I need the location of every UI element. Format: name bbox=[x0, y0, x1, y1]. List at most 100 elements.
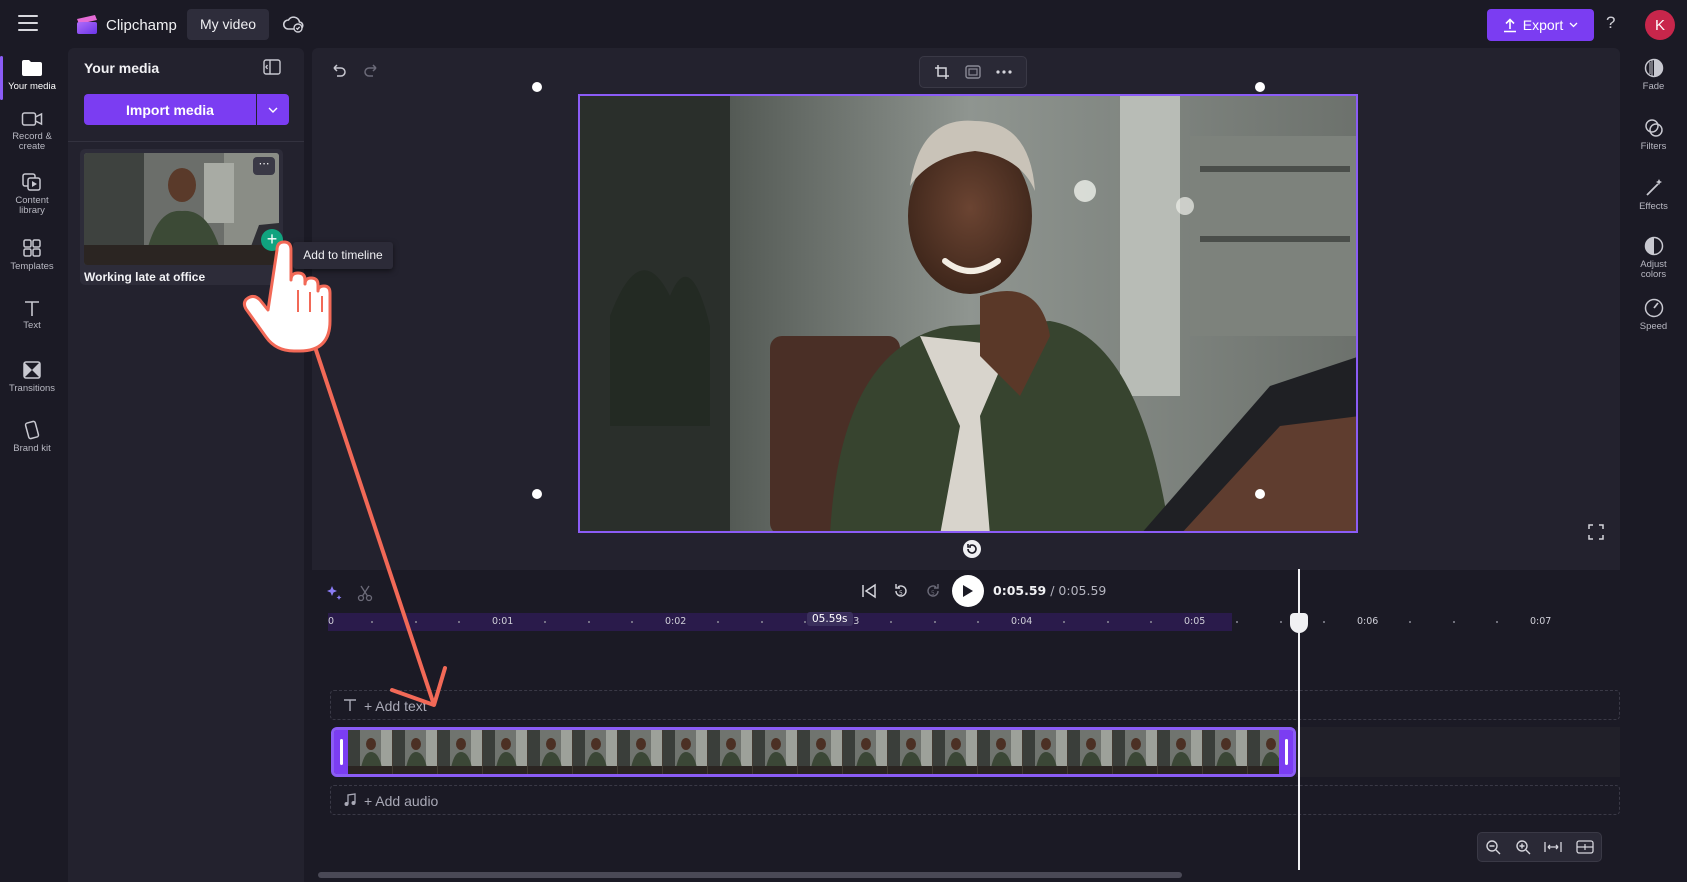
ruler-progress bbox=[328, 613, 1232, 631]
adjust-colors-icon bbox=[1644, 236, 1663, 256]
rail-label: library bbox=[19, 205, 45, 216]
collapse-panel-icon[interactable] bbox=[263, 59, 281, 75]
ruler-dot bbox=[976, 621, 979, 623]
preview-toolbar bbox=[919, 56, 1027, 88]
clip-frame bbox=[1113, 730, 1158, 774]
split-scissors-icon[interactable] bbox=[356, 584, 374, 602]
video-clip[interactable] bbox=[331, 727, 1296, 777]
timeline-scrollbar[interactable] bbox=[318, 872, 1182, 878]
rail-label: Effects bbox=[1639, 201, 1668, 212]
rail-item-filters[interactable]: Filters bbox=[1620, 118, 1687, 152]
templates-icon bbox=[23, 239, 41, 257]
export-button[interactable]: Export bbox=[1487, 9, 1594, 41]
ruler-tick-label: 0:02 bbox=[665, 616, 687, 627]
chevron-down-icon bbox=[268, 107, 278, 113]
media-panel: Your media Import media ⋯ + Working late… bbox=[68, 48, 304, 882]
ruler-dot bbox=[1279, 621, 1282, 623]
ruler-dot bbox=[414, 621, 417, 623]
fit-timeline-icon[interactable] bbox=[1544, 840, 1563, 854]
clip-trim-handle-right[interactable] bbox=[1279, 730, 1293, 774]
more-button[interactable] bbox=[994, 62, 1014, 82]
zoom-in-icon[interactable] bbox=[1515, 839, 1531, 855]
rail-item-effects[interactable]: Effects bbox=[1620, 178, 1687, 212]
menu-icon[interactable] bbox=[18, 15, 38, 31]
fit-button[interactable] bbox=[963, 62, 983, 82]
top-bar: Clipchamp My video Export ? K bbox=[0, 0, 1687, 48]
ruler-tick-label: 0:06 bbox=[1357, 616, 1379, 627]
rail-item-content-library[interactable]: Content library bbox=[0, 172, 64, 216]
ruler-dot bbox=[587, 621, 590, 623]
rail-label: colors bbox=[1640, 269, 1667, 280]
ruler-dot bbox=[1409, 621, 1412, 623]
add-to-timeline-button[interactable]: + bbox=[261, 229, 283, 251]
rail-item-brand-kit[interactable]: Brand kit bbox=[0, 420, 64, 454]
ruler-dot bbox=[1236, 621, 1239, 623]
media-card[interactable]: ⋯ bbox=[80, 149, 283, 285]
undo-icon[interactable] bbox=[329, 61, 347, 79]
library-icon bbox=[22, 173, 41, 191]
more-icon bbox=[996, 70, 1012, 74]
rail-item-text[interactable]: Text bbox=[0, 299, 64, 331]
media-item-name: Working late at office bbox=[84, 270, 206, 284]
ruler-tick-label: 0:04 bbox=[1011, 616, 1033, 627]
svg-text:5: 5 bbox=[931, 590, 935, 597]
import-media-button[interactable]: Import media bbox=[84, 94, 256, 125]
video-preview[interactable] bbox=[578, 94, 1358, 533]
rewind-5s-icon[interactable]: 5 bbox=[892, 582, 910, 600]
forward-5s-icon[interactable]: 5 bbox=[924, 582, 942, 600]
rail-item-adjust-colors[interactable]: Adjust colors bbox=[1620, 236, 1687, 280]
import-dropdown-button[interactable] bbox=[257, 94, 289, 125]
app-name: Clipchamp bbox=[106, 17, 177, 34]
clip-frame bbox=[1023, 730, 1068, 774]
ruler-tick-label: 0 bbox=[328, 616, 335, 627]
rail-label: Text bbox=[23, 320, 41, 331]
project-title[interactable]: My video bbox=[187, 9, 270, 40]
playhead-handle[interactable] bbox=[1290, 613, 1308, 633]
rail-item-fade[interactable]: Fade bbox=[1620, 58, 1687, 92]
export-label: Export bbox=[1522, 17, 1564, 33]
clip-frame bbox=[573, 730, 618, 774]
rail-item-your-media[interactable]: Your media bbox=[0, 58, 64, 92]
ruler-dot bbox=[457, 621, 460, 623]
more-options-button[interactable]: ⋯ bbox=[253, 157, 275, 175]
current-time: 0:05.59 bbox=[993, 583, 1047, 598]
text-icon bbox=[25, 301, 39, 316]
add-audio-track[interactable]: + Add audio bbox=[330, 785, 1620, 815]
rail-item-record-create[interactable]: Record & create bbox=[0, 110, 64, 152]
camera-icon bbox=[21, 112, 43, 126]
cloud-sync-icon[interactable] bbox=[282, 14, 304, 34]
clip-frame bbox=[1068, 730, 1113, 774]
rail-item-templates[interactable]: Templates bbox=[0, 238, 64, 272]
resize-handle-tl[interactable] bbox=[532, 82, 542, 92]
rail-item-speed[interactable]: Speed bbox=[1620, 298, 1687, 332]
ruler-dot bbox=[1106, 621, 1109, 623]
media-thumbnail bbox=[84, 153, 279, 265]
thumbnail-image bbox=[84, 153, 279, 265]
resize-handle-tr[interactable] bbox=[1255, 82, 1265, 92]
video-frame-image bbox=[580, 96, 1356, 531]
magic-edit-icon[interactable] bbox=[325, 584, 343, 602]
zoom-out-icon[interactable] bbox=[1485, 839, 1501, 855]
resize-handle-bl[interactable] bbox=[532, 489, 542, 499]
add-to-timeline-tooltip: Add to timeline bbox=[293, 242, 393, 269]
track-height-icon[interactable] bbox=[1576, 840, 1594, 854]
redo-icon[interactable] bbox=[363, 61, 381, 79]
help-icon[interactable]: ? bbox=[1606, 13, 1615, 33]
rotate-icon[interactable] bbox=[962, 539, 982, 559]
clip-frames bbox=[348, 730, 1293, 774]
rail-label: Transitions bbox=[8, 383, 56, 394]
text-icon bbox=[344, 699, 356, 711]
time-ruler[interactable]: 00:010:020:030:040:050:060:07 05.59s bbox=[328, 612, 1620, 631]
clip-trim-handle-left[interactable] bbox=[334, 730, 348, 774]
speed-icon bbox=[1644, 298, 1663, 318]
crop-button[interactable] bbox=[932, 62, 952, 82]
rail-label: create bbox=[18, 141, 46, 152]
resize-handle-br[interactable] bbox=[1255, 489, 1265, 499]
skip-to-start-icon[interactable] bbox=[860, 582, 878, 600]
play-button[interactable] bbox=[952, 575, 984, 607]
avatar[interactable]: K bbox=[1645, 10, 1675, 40]
fullscreen-icon[interactable] bbox=[1588, 524, 1604, 540]
add-text-track[interactable]: + Add text bbox=[330, 690, 1620, 720]
rail-item-transitions[interactable]: Transitions bbox=[0, 360, 64, 394]
clip-frame bbox=[528, 730, 573, 774]
